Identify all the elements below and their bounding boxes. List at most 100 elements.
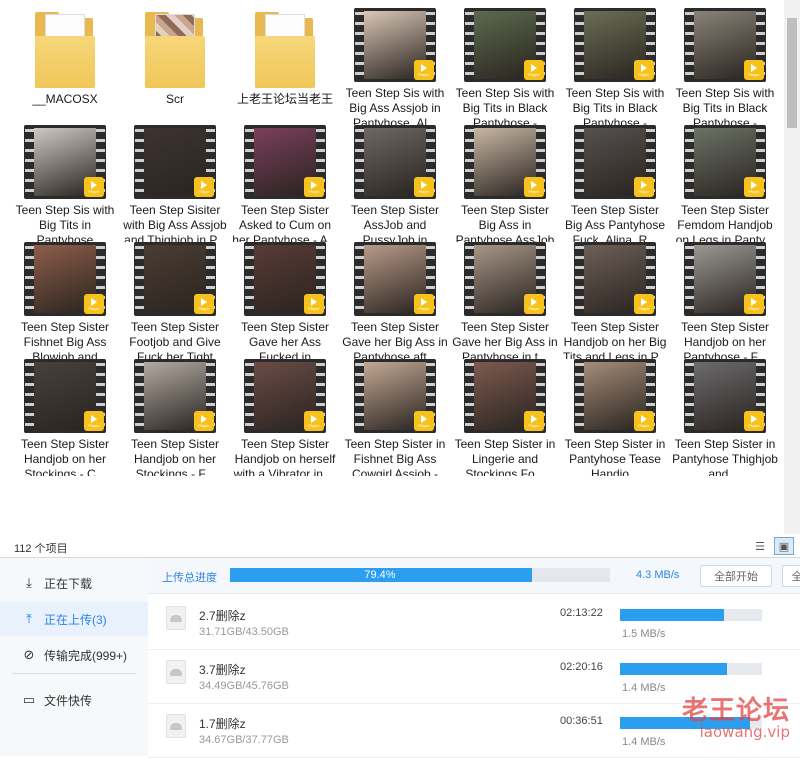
pause-all-button[interactable]: 全: [782, 565, 800, 587]
thumbnail: Player: [450, 359, 560, 433]
thumbnail: [120, 8, 230, 88]
video-file-item[interactable]: Player Teen Step Sister Big Ass in Pantyh…: [450, 125, 560, 242]
video-thumbnail-icon: Player: [134, 242, 216, 316]
file-name: __MACOSX: [32, 92, 98, 106]
file-name: Teen Step Sister Gave her Big Ass in Pan…: [342, 320, 448, 359]
file-name: Teen Step Sister Gave her Ass Fucked in …: [240, 320, 330, 359]
thumbnail: Player: [450, 8, 560, 82]
nav-completed[interactable]: ⊘ 传输完成(999+): [0, 638, 148, 672]
video-file-item[interactable]: Player Teen Step Sis with Big Tits in Pan…: [10, 125, 120, 242]
video-file-item[interactable]: Player Teen Step Sister Big Ass Pantyhose…: [560, 125, 670, 242]
large-icons-view-icon[interactable]: ▣: [774, 537, 794, 555]
video-file-item[interactable]: Player Teen Step Sis with Big Tits in Bla…: [560, 8, 670, 125]
file-name: Teen Step Sister Femdom Handjob on Legs …: [675, 203, 775, 242]
total-progress-bar: 79.4%: [230, 568, 610, 582]
video-file-item[interactable]: Player Teen Step Sis with Big Tits in Bla…: [670, 8, 780, 125]
video-file-item[interactable]: Player Teen Step Sister Handjob on her St…: [10, 359, 120, 476]
player-badge-icon: Player: [744, 177, 764, 197]
file-name: Teen Step Sister Big Ass in Pantyhose As…: [455, 203, 555, 242]
video-thumbnail-icon: Player: [684, 242, 766, 316]
video-thumbnail-icon: Player: [354, 8, 436, 82]
video-thumbnail-icon: Player: [574, 8, 656, 82]
total-speed: 4.3 MB/s: [636, 569, 680, 581]
video-thumbnail-icon: Player: [24, 359, 106, 433]
transfer-main: 上传总进度 79.4% 4.3 MB/s 全部开始 全 2.7删除z 31.71G…: [148, 558, 800, 758]
nav-quick-transfer[interactable]: ▭ 文件快传: [0, 683, 148, 717]
folder-item[interactable]: 上老王论坛当老王: [230, 8, 340, 125]
video-file-item[interactable]: Player Teen Step Sister Gave her Big Ass …: [340, 242, 450, 359]
folder-icon: [35, 10, 95, 88]
scrollbar-thumb[interactable]: [787, 18, 797, 128]
file-name: Teen Step Sister in Fishnet Big Ass Cowg…: [344, 437, 446, 476]
player-badge-icon: Player: [524, 177, 544, 197]
thumbnail: Player: [450, 125, 560, 199]
nav-downloading[interactable]: ⤓ 正在下载: [0, 566, 148, 600]
video-file-item[interactable]: Player Teen Step Sister Handjob on her St…: [120, 359, 230, 476]
thumbnail: Player: [670, 8, 780, 82]
thumbnail: Player: [120, 242, 230, 316]
player-badge-icon: Player: [414, 60, 434, 80]
nav-uploading[interactable]: ⤒ 正在上传(3): [0, 602, 148, 636]
thumbnail: Player: [560, 8, 670, 82]
folder-item[interactable]: __MACOSX: [10, 8, 120, 125]
video-thumbnail-icon: Player: [354, 242, 436, 316]
folder-item[interactable]: Scr: [120, 8, 230, 125]
file-name: Teen Step Sister Handjob on her Big Tits…: [562, 320, 668, 359]
player-badge-icon: Player: [744, 294, 764, 314]
task-progress-fill: [620, 717, 751, 729]
file-name: Teen Step Sister Fishnet Big Ass Blowjob…: [20, 320, 110, 359]
upload-task-row[interactable]: 3.7删除z 34.49GB/45.76GB 02:20:16 1.4 MB/s: [148, 650, 800, 704]
task-name: 3.7删除z: [199, 663, 246, 677]
upload-task-row[interactable]: 1.7删除z 34.67GB/37.77GB 00:36:51 1.4 MB/s: [148, 704, 800, 758]
video-file-item[interactable]: Player Teen Step Sister Handjob on hersel…: [230, 359, 340, 476]
thumbnail: Player: [120, 125, 230, 199]
task-progress-bar: [620, 663, 762, 675]
player-badge-icon: Player: [524, 294, 544, 314]
video-file-item[interactable]: Player Teen Step Sis with Big Ass Assjob …: [340, 8, 450, 125]
video-file-item[interactable]: Player Teen Step Sis with Big Tits in Bla…: [450, 8, 560, 125]
video-thumbnail-icon: Player: [24, 125, 106, 199]
player-badge-icon: Player: [304, 177, 324, 197]
thumbnail: Player: [670, 359, 780, 433]
video-file-item[interactable]: Player Teen Step Sister in Pantyhose Thig…: [670, 359, 780, 476]
video-file-item[interactable]: Player Teen Step Sister in Lingerie and S…: [450, 359, 560, 476]
video-file-item[interactable]: Player Teen Step Sister Footjob and Give …: [120, 242, 230, 359]
start-all-button[interactable]: 全部开始: [700, 565, 772, 587]
task-progress-bar: [620, 717, 762, 729]
player-badge-icon: Player: [634, 60, 654, 80]
video-file-item[interactable]: Player Teen Step Sisiter with Big Ass Ass…: [120, 125, 230, 242]
nav-label: 正在上传(3): [44, 612, 107, 627]
video-file-item[interactable]: Player Teen Step Sister in Pantyhose Teas…: [560, 359, 670, 476]
video-file-item[interactable]: Player Teen Step Sister Asked to Cum on h…: [230, 125, 340, 242]
file-name: Teen Step Sister in Pantyhose Tease Hand…: [564, 437, 666, 476]
transfer-panel: ⤓ 正在下载 ⤒ 正在上传(3) ⊘ 传输完成(999+) ▭ 文件快传 上传总…: [0, 558, 800, 758]
vertical-scrollbar[interactable]: [784, 0, 800, 557]
check-circle-icon: ⊘: [23, 647, 35, 662]
video-thumbnail-icon: Player: [684, 8, 766, 82]
video-thumbnail-icon: Player: [574, 125, 656, 199]
player-badge-icon: Player: [84, 294, 104, 314]
player-badge-icon: Player: [744, 411, 764, 431]
download-icon: ⤓: [26, 575, 32, 590]
task-progress-bar: [620, 609, 762, 621]
player-badge-icon: Player: [414, 411, 434, 431]
file-name: Teen Step Sisiter with Big Ass Assjob an…: [123, 203, 227, 242]
player-badge-icon: Player: [304, 411, 324, 431]
video-file-item[interactable]: Player Teen Step Sister in Fishnet Big As…: [340, 359, 450, 476]
player-badge-icon: Player: [634, 177, 654, 197]
video-file-item[interactable]: Player Teen Step Sister Fishnet Big Ass B…: [10, 242, 120, 359]
details-view-icon[interactable]: ☰: [750, 537, 770, 555]
upload-task-row[interactable]: 2.7删除z 31.71GB/43.50GB 02:13:22 1.5 MB/s: [148, 596, 800, 650]
task-time-remaining: 00:36:51: [560, 715, 603, 727]
video-file-item[interactable]: Player Teen Step Sister Handjob on her Bi…: [560, 242, 670, 359]
video-file-item[interactable]: Player Teen Step Sister Gave her Ass Fuck…: [230, 242, 340, 359]
sidebar-divider: [12, 673, 136, 674]
video-thumbnail-icon: Player: [244, 125, 326, 199]
video-file-item[interactable]: Player Teen Step Sister Femdom Handjob on…: [670, 125, 780, 242]
nav-label: 正在下载: [44, 576, 93, 591]
video-thumbnail-icon: Player: [684, 125, 766, 199]
thumbnail: Player: [120, 359, 230, 433]
video-file-item[interactable]: Player Teen Step Sister Gave her Big Ass …: [450, 242, 560, 359]
video-file-item[interactable]: Player Teen Step Sister AssJob and PussyJ…: [340, 125, 450, 242]
video-file-item[interactable]: Player Teen Step Sister Handjob on her Pa…: [670, 242, 780, 359]
